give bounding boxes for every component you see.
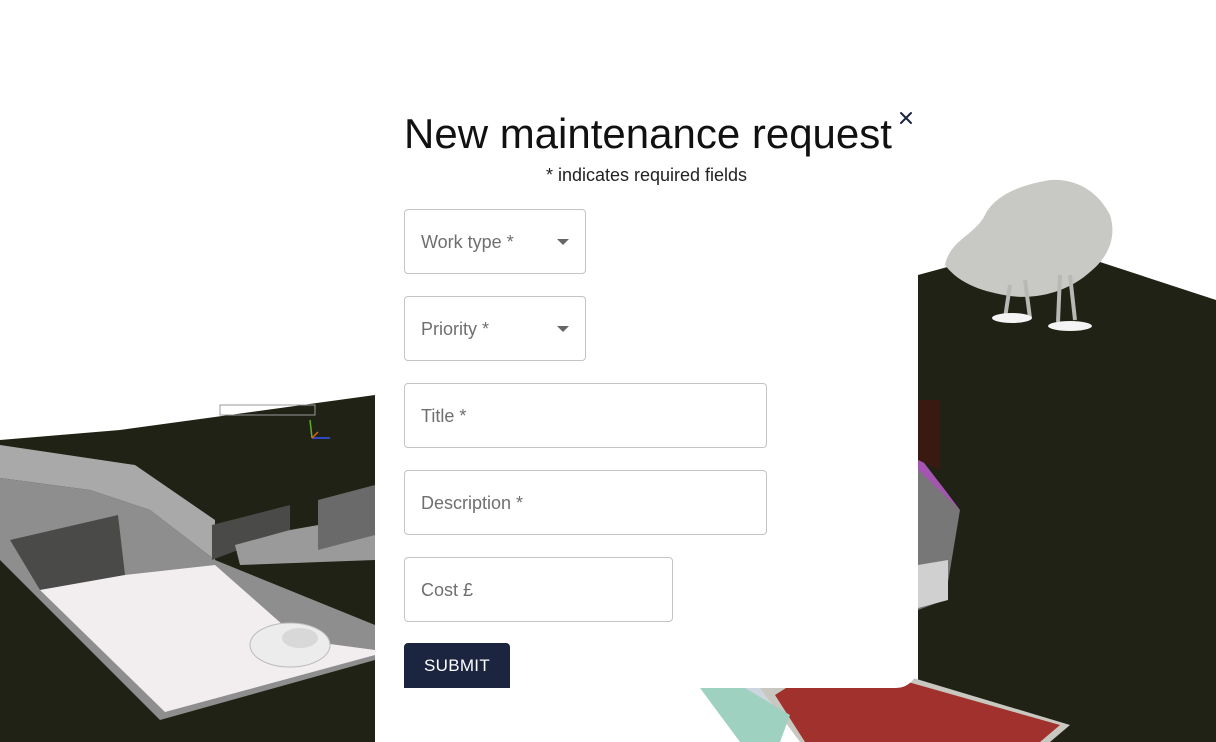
- priority-label: Priority *: [421, 319, 490, 339]
- chevron-down-icon: [557, 239, 569, 245]
- description-label: Description *: [421, 493, 524, 513]
- work-type-label: Work type *: [421, 232, 514, 252]
- close-icon: [900, 112, 912, 124]
- submit-button[interactable]: SUBMIT: [404, 643, 510, 688]
- title-input[interactable]: Title *: [404, 383, 767, 448]
- cost-input[interactable]: Cost £: [404, 557, 673, 622]
- required-fields-note: * indicates required fields: [545, 165, 748, 185]
- cost-label: Cost £: [421, 580, 474, 600]
- dialog-title: New maintenance request: [404, 110, 892, 157]
- work-type-select[interactable]: Work type *: [404, 209, 586, 274]
- title-label: Title *: [421, 406, 467, 426]
- description-input[interactable]: Description *: [404, 470, 767, 535]
- priority-select[interactable]: Priority *: [404, 296, 586, 361]
- car-model: [249, 622, 331, 668]
- chevron-down-icon: [557, 326, 569, 332]
